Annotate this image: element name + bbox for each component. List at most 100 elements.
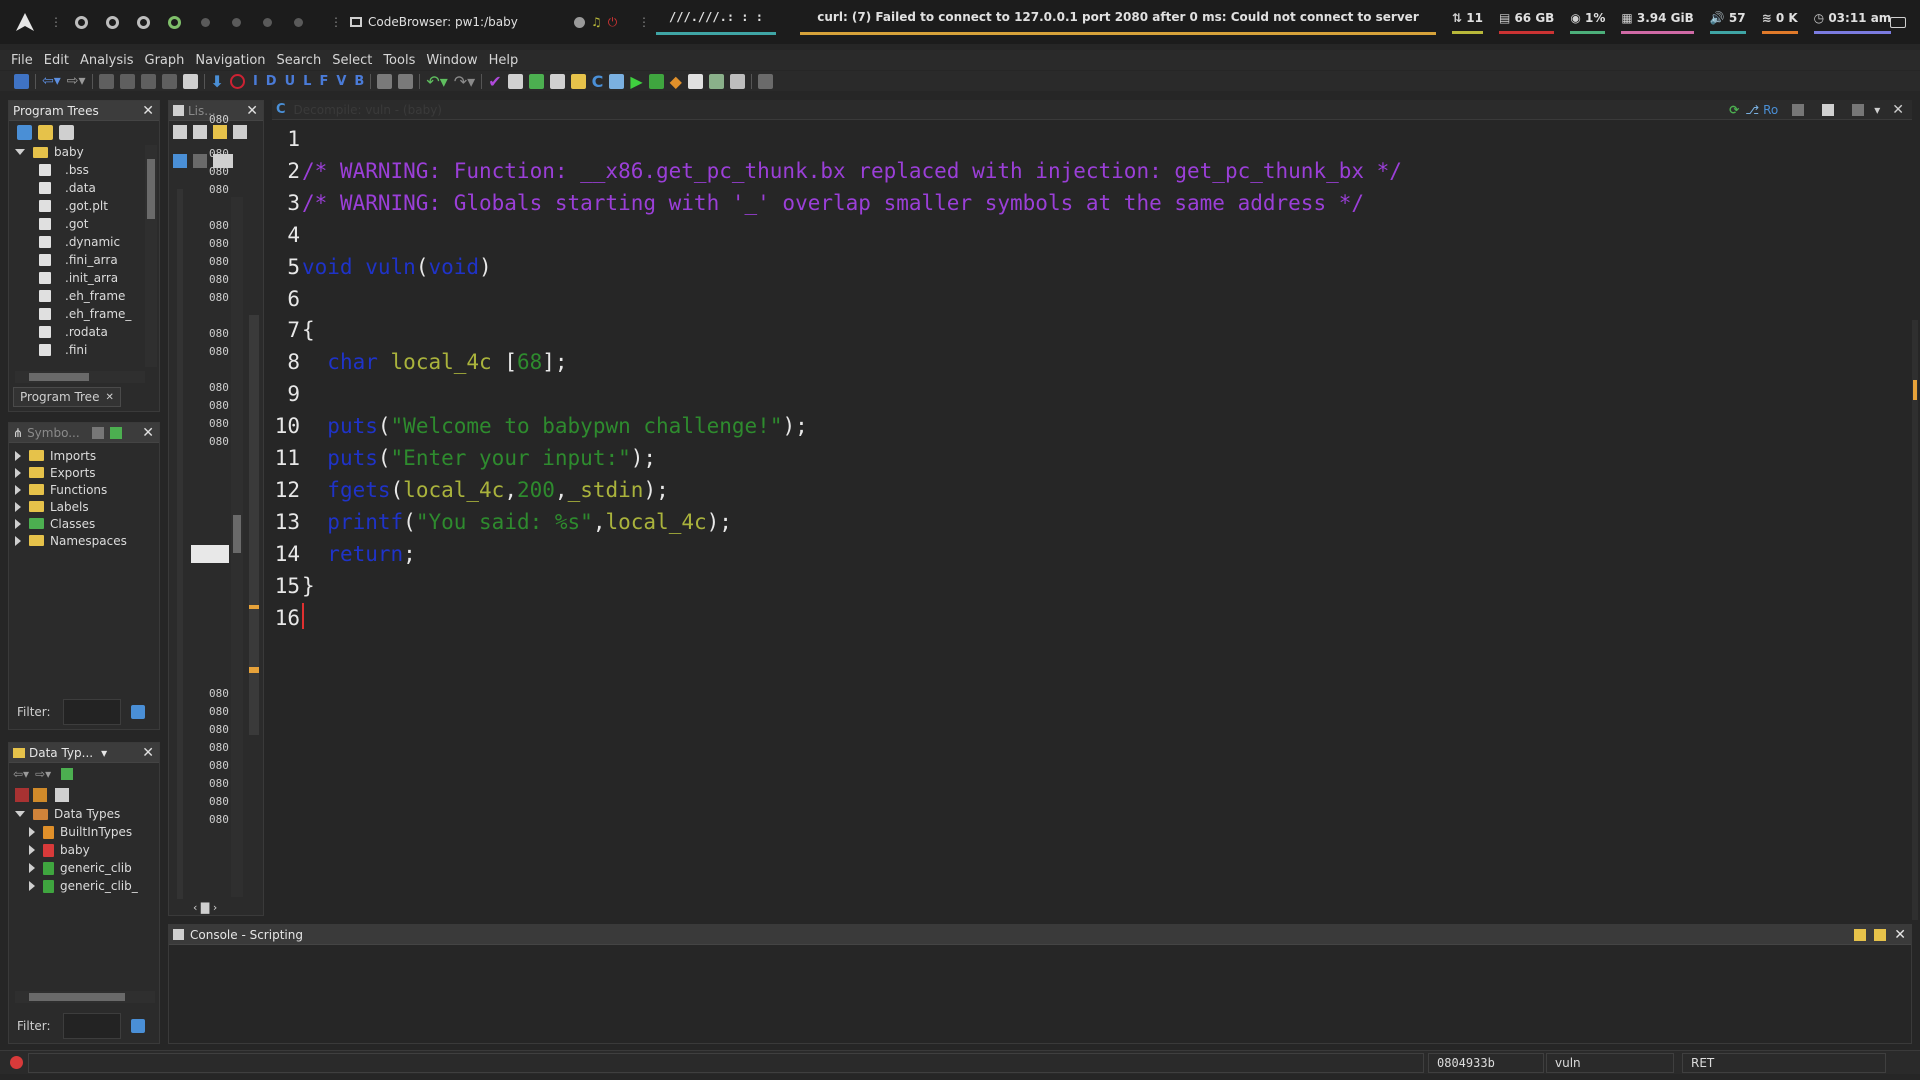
console-output[interactable] bbox=[169, 947, 1911, 1043]
code-number[interactable]: 200 bbox=[517, 475, 555, 507]
address-cell[interactable]: 080 bbox=[209, 399, 229, 412]
expand-icon[interactable] bbox=[15, 467, 21, 478]
code-keyword[interactable]: fgets bbox=[327, 475, 390, 507]
code-identifier[interactable]: local_4c bbox=[403, 475, 504, 507]
copy-icon[interactable] bbox=[1792, 103, 1805, 116]
tree-item[interactable]: .fini_arra bbox=[15, 251, 159, 269]
code-line[interactable]: 6 bbox=[272, 284, 1402, 316]
address-cell[interactable]: 080 bbox=[209, 741, 229, 754]
tree-item[interactable]: .eh_frame_ bbox=[15, 305, 159, 323]
check-icon[interactable]: ✔ bbox=[488, 73, 501, 89]
data-types-filter-input[interactable] bbox=[62, 1013, 121, 1039]
nav-data-icon[interactable] bbox=[140, 73, 156, 89]
table-icon[interactable] bbox=[687, 73, 703, 89]
toolbar-u-button[interactable]: U bbox=[285, 74, 296, 89]
code-line[interactable]: 1 bbox=[272, 124, 1402, 156]
expand-icon[interactable] bbox=[15, 501, 21, 512]
code-line[interactable]: 13 printf("You said: %s", local_4c); bbox=[272, 507, 1402, 539]
address-cell[interactable]: 080 bbox=[209, 381, 229, 394]
open-tree-icon[interactable] bbox=[38, 124, 53, 140]
undo-icon[interactable]: ↶▾ bbox=[426, 73, 447, 89]
address-cell[interactable]: 080 bbox=[209, 723, 229, 736]
tree-item[interactable]: .rodata bbox=[15, 323, 159, 341]
nav-next-icon[interactable] bbox=[119, 73, 135, 89]
save-icon[interactable] bbox=[14, 73, 29, 89]
menu-analysis[interactable]: Analysis bbox=[80, 53, 134, 68]
code-comment[interactable]: /* WARNING: Function: __x86.get_pc_thunk… bbox=[302, 156, 1402, 188]
refresh-icon[interactable]: ⟳ bbox=[1729, 103, 1739, 117]
address-cell[interactable]: 080 bbox=[209, 327, 229, 340]
expand-icon[interactable] bbox=[15, 484, 21, 495]
tree-item[interactable]: .eh_frame bbox=[15, 287, 159, 305]
code-keyword[interactable]: vuln bbox=[365, 252, 416, 284]
expand-icon[interactable] bbox=[29, 845, 35, 855]
code-keyword[interactable]: char bbox=[327, 347, 378, 379]
expand-icon[interactable] bbox=[15, 518, 21, 529]
address-cell[interactable]: 080 bbox=[209, 705, 229, 718]
symbol-tree-item[interactable]: Classes bbox=[15, 515, 159, 532]
status-module[interactable]: ◷ 03:11 am bbox=[1813, 11, 1892, 34]
menu-help[interactable]: Help bbox=[489, 53, 519, 68]
workspace-3-icon[interactable] bbox=[137, 15, 150, 29]
code-string[interactable]: "You said: %s" bbox=[416, 507, 593, 539]
diamond-icon[interactable]: ◆ bbox=[670, 73, 682, 89]
data-type-item[interactable]: generic_clib_ bbox=[15, 877, 159, 895]
symbol-tree-item[interactable]: Functions bbox=[15, 481, 159, 498]
code-line[interactable]: 8 char local_4c [68]; bbox=[272, 347, 1402, 379]
toolbar-b-button[interactable]: B bbox=[354, 74, 364, 89]
expand-icon[interactable] bbox=[15, 149, 25, 155]
merge-tree-icon[interactable] bbox=[59, 124, 74, 140]
toolbar-f-button[interactable]: F bbox=[319, 74, 328, 89]
close-icon[interactable]: ✕ bbox=[1894, 927, 1906, 943]
forward-icon[interactable]: ⇨▾ bbox=[35, 767, 51, 781]
address-cell[interactable]: 080 bbox=[209, 345, 229, 358]
code-identifier[interactable]: local_4c bbox=[391, 347, 492, 379]
filter-pointers-icon[interactable] bbox=[33, 788, 47, 802]
code-line[interactable]: 16 bbox=[272, 602, 1402, 635]
code-keyword[interactable]: puts bbox=[327, 411, 378, 443]
symbol-tree-item[interactable]: Imports bbox=[15, 447, 159, 464]
new-icon[interactable] bbox=[109, 426, 122, 439]
data-types-root[interactable]: Data Types bbox=[15, 805, 159, 823]
close-icon[interactable]: ✕ bbox=[246, 103, 258, 119]
data-type-item[interactable]: generic_clib bbox=[15, 859, 159, 877]
tree-root[interactable]: baby bbox=[15, 143, 159, 161]
menu-window[interactable]: Window bbox=[426, 53, 477, 68]
tree-icon[interactable] bbox=[729, 73, 745, 89]
address-cell[interactable]: 080 bbox=[209, 291, 229, 304]
power-icon[interactable]: ⏻ bbox=[608, 15, 618, 30]
listing-selection-box[interactable] bbox=[191, 545, 229, 563]
expand-icon[interactable] bbox=[29, 827, 35, 837]
address-cell[interactable]: 080 bbox=[209, 687, 229, 700]
back-icon[interactable]: ⇦▾ bbox=[13, 767, 29, 781]
toolbar-v-button[interactable]: V bbox=[336, 74, 346, 89]
menu-select[interactable]: Select bbox=[332, 53, 372, 68]
code-line[interactable]: 7{ bbox=[272, 315, 1402, 347]
filter-options-icon[interactable] bbox=[130, 705, 145, 719]
menu-edit[interactable]: Edit bbox=[44, 53, 69, 68]
address-cell[interactable]: 080 bbox=[209, 255, 229, 268]
code-line[interactable]: 14 return; bbox=[272, 539, 1402, 571]
github-icon[interactable] bbox=[574, 16, 585, 28]
symbol-filter-input[interactable] bbox=[62, 699, 121, 725]
redo-icon[interactable]: ↷▾ bbox=[454, 73, 475, 89]
code-line[interactable]: 5 void vuln(void) bbox=[272, 252, 1402, 284]
arch-logo-icon[interactable] bbox=[14, 0, 36, 44]
code-keyword[interactable]: return bbox=[327, 539, 403, 571]
menu-file[interactable]: File bbox=[11, 53, 33, 68]
export-icon[interactable] bbox=[1822, 103, 1835, 116]
nav-func-icon[interactable] bbox=[161, 73, 177, 89]
image-icon[interactable] bbox=[708, 73, 724, 89]
tree-item[interactable]: .bss bbox=[15, 161, 159, 179]
toolbar-l-button[interactable]: L bbox=[303, 74, 311, 89]
decompile-icon[interactable]: C bbox=[592, 73, 604, 89]
address-cell[interactable]: 080 bbox=[209, 273, 229, 286]
address-cell[interactable]: 080 bbox=[209, 237, 229, 250]
workspace-4-icon[interactable] bbox=[168, 15, 181, 29]
vertical-scrollbar[interactable] bbox=[145, 145, 157, 367]
code-line[interactable]: 10 puts("Welcome to babypwn challenge!")… bbox=[272, 411, 1402, 443]
close-icon[interactable]: ✕ bbox=[142, 425, 154, 441]
plugin-icon[interactable] bbox=[757, 73, 773, 89]
music-icon[interactable]: ♫ bbox=[591, 15, 602, 29]
code-line[interactable]: 11 puts("Enter your input:"); bbox=[272, 443, 1402, 475]
